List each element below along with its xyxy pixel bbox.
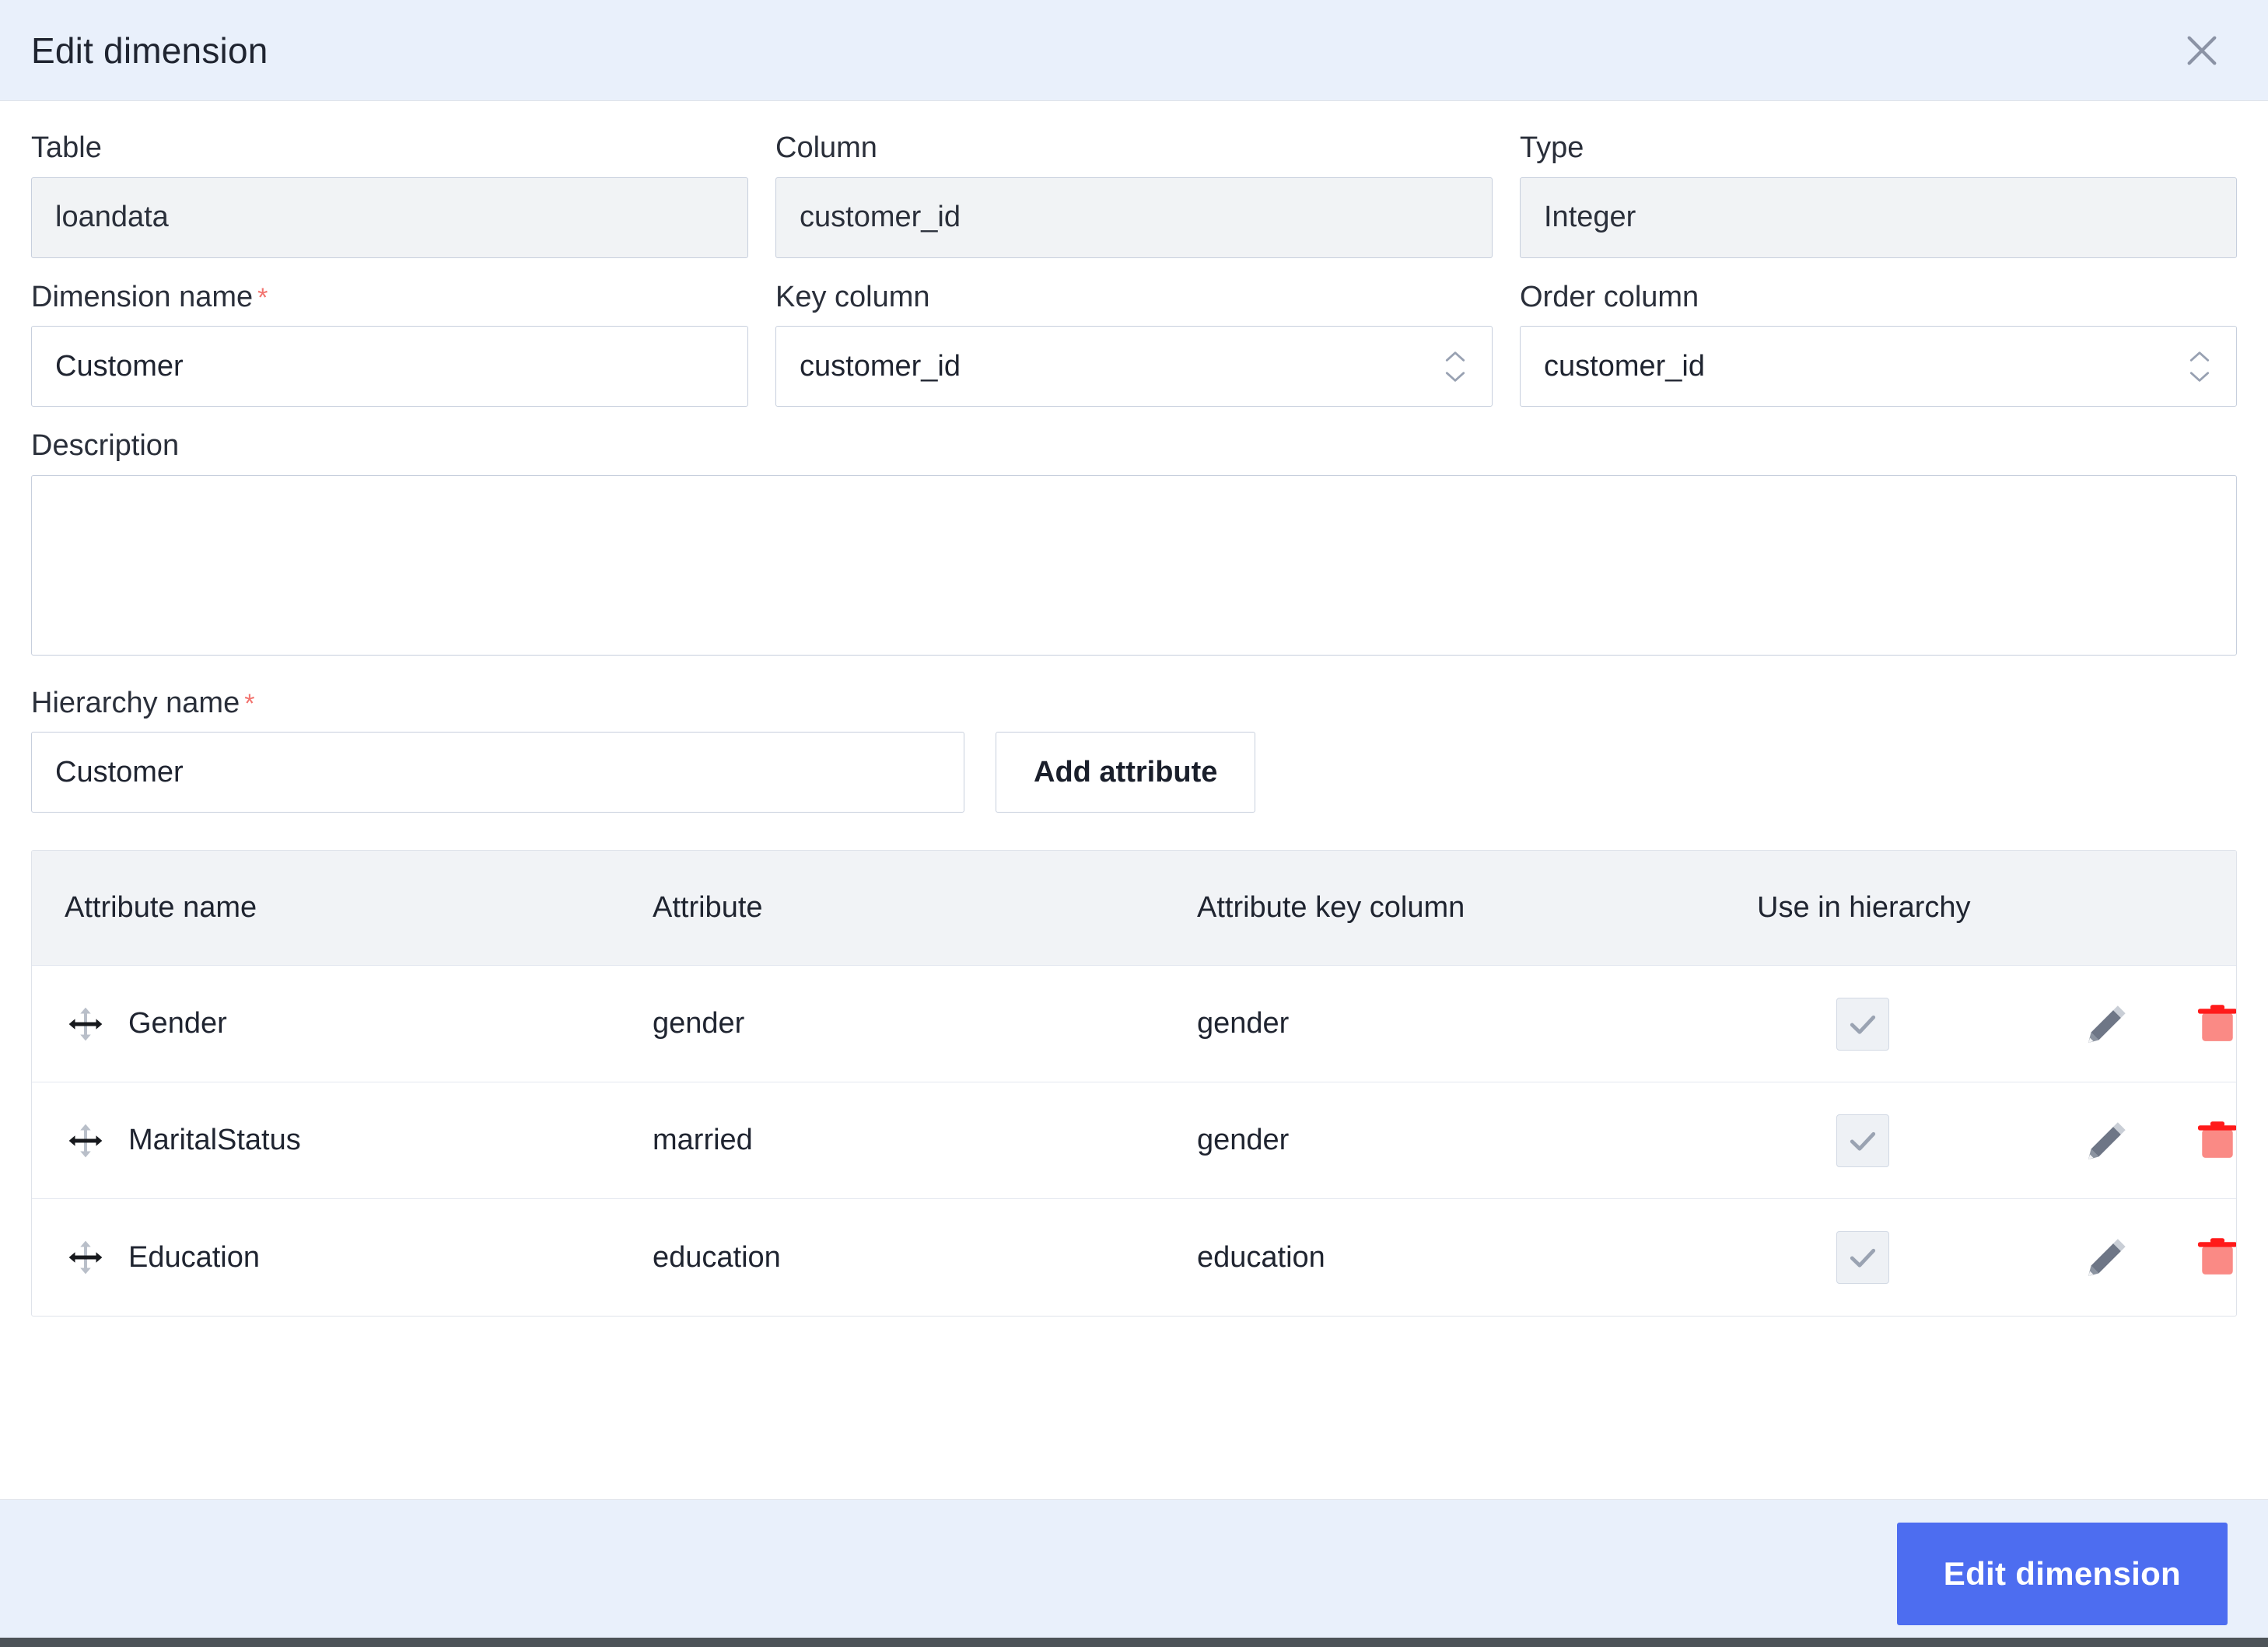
table-body: Gender gender gender MaritalStatus married ge…: [32, 966, 2236, 1316]
move-arrows-icon[interactable]: [65, 1120, 107, 1162]
form-row-source: Table loandata Column customer_id Type I…: [31, 131, 2237, 258]
key-column-value: customer_id: [800, 349, 961, 383]
table-row: Gender gender gender: [32, 966, 2236, 1083]
order-column-select[interactable]: customer_id: [1520, 326, 2237, 407]
trash-icon[interactable]: [2188, 1111, 2236, 1170]
cell-actions: [2054, 1111, 2236, 1170]
move-arrows-icon[interactable]: [65, 1003, 107, 1045]
cell-actions: [2054, 1228, 2236, 1287]
table-label: Table: [31, 131, 102, 164]
cell-use-in-hierarchy: [1743, 1114, 2054, 1167]
hierarchy-name-label: Hierarchy name *: [31, 686, 255, 719]
bottom-strip: [0, 1638, 2268, 1647]
attribute-name-text: MaritalStatus: [128, 1124, 301, 1157]
column-label: Column: [775, 131, 877, 164]
attributes-table: Attribute name Attribute Attribute key c…: [31, 850, 2237, 1317]
table-value: loandata: [31, 177, 748, 258]
move-arrows-icon[interactable]: [65, 1236, 107, 1278]
cell-attribute: gender: [653, 1007, 745, 1040]
dialog-footer: Edit dimension: [0, 1499, 2268, 1647]
cell-attribute-key-column: education: [1197, 1240, 1325, 1274]
pencil-icon[interactable]: [2077, 995, 2137, 1054]
table-row: Education education education: [32, 1199, 2236, 1316]
dialog-header: Edit dimension: [0, 0, 2268, 101]
key-column-select[interactable]: customer_id: [775, 326, 1493, 407]
trash-icon[interactable]: [2188, 995, 2236, 1054]
pencil-icon[interactable]: [2077, 1111, 2137, 1170]
key-column-label: Key column: [775, 280, 930, 313]
chevron-updown-icon: [1442, 349, 1468, 384]
hierarchy-name-input[interactable]: Customer: [31, 732, 964, 813]
edit-dimension-button[interactable]: Edit dimension: [1896, 1522, 2228, 1625]
dimension-name-input[interactable]: Customer: [31, 326, 748, 407]
chevron-updown-icon: [2186, 349, 2213, 384]
add-attribute-button[interactable]: Add attribute: [996, 732, 1256, 813]
description-label: Description: [31, 429, 180, 463]
edit-dimension-dialog: Edit dimension Table loandata Column cus…: [0, 0, 2268, 1647]
attribute-name-text: Education: [128, 1240, 261, 1274]
type-value: Integer: [1520, 177, 2237, 258]
trash-icon[interactable]: [2188, 1228, 2236, 1287]
header-attribute-key-column: Attribute key column: [1197, 891, 1465, 925]
table-row: MaritalStatus married gender: [32, 1082, 2236, 1200]
field-type: Type Integer: [1520, 131, 2237, 258]
close-icon[interactable]: [2176, 25, 2228, 76]
cell-attribute-key-column: gender: [1197, 1007, 1290, 1040]
cell-attribute-name: Gender: [32, 1003, 639, 1045]
dialog-body: Table loandata Column customer_id Type I…: [0, 101, 2268, 1499]
order-column-label: Order column: [1520, 280, 1699, 313]
hierarchy-row: Hierarchy name * Customer Add attribute: [31, 686, 2237, 813]
attribute-name-text: Gender: [128, 1007, 227, 1040]
use-in-hierarchy-checkbox[interactable]: [1836, 1231, 1889, 1285]
field-key-column: Key column customer_id: [775, 280, 1493, 407]
required-asterisk: *: [257, 282, 268, 313]
type-label: Type: [1520, 131, 1584, 164]
cell-use-in-hierarchy: [1743, 1231, 2054, 1285]
cell-attribute-name: MaritalStatus: [32, 1120, 639, 1162]
field-table: Table loandata: [31, 131, 748, 258]
cell-attribute: education: [653, 1240, 781, 1274]
header-attribute: Attribute: [653, 891, 763, 925]
header-use-in-hierarchy: Use in hierarchy: [1757, 891, 1971, 925]
field-order-column: Order column customer_id: [1520, 280, 2237, 407]
form-row-naming: Dimension name * Customer Key column cust…: [31, 280, 2237, 407]
cell-attribute-name: Education: [32, 1236, 639, 1278]
use-in-hierarchy-checkbox[interactable]: [1836, 997, 1889, 1051]
header-attribute-name: Attribute name: [65, 891, 257, 925]
field-description: Description: [31, 428, 2237, 659]
dimension-name-label: Dimension name *: [31, 280, 268, 313]
use-in-hierarchy-checkbox[interactable]: [1836, 1114, 1889, 1167]
table-header-row: Attribute name Attribute Attribute key c…: [32, 851, 2236, 967]
page-title: Edit dimension: [31, 30, 268, 71]
cell-attribute: married: [653, 1124, 753, 1157]
column-value: customer_id: [775, 177, 1493, 258]
cell-use-in-hierarchy: [1743, 997, 2054, 1051]
field-column: Column customer_id: [775, 131, 1493, 258]
required-asterisk: *: [244, 688, 255, 719]
cell-actions: [2054, 995, 2236, 1054]
field-dimension-name: Dimension name * Customer: [31, 280, 748, 407]
pencil-icon[interactable]: [2077, 1228, 2137, 1287]
field-hierarchy-name: Hierarchy name * Customer: [31, 686, 964, 813]
order-column-value: customer_id: [1544, 349, 1705, 383]
cell-attribute-key-column: gender: [1197, 1124, 1290, 1157]
description-textarea[interactable]: [31, 474, 2237, 656]
